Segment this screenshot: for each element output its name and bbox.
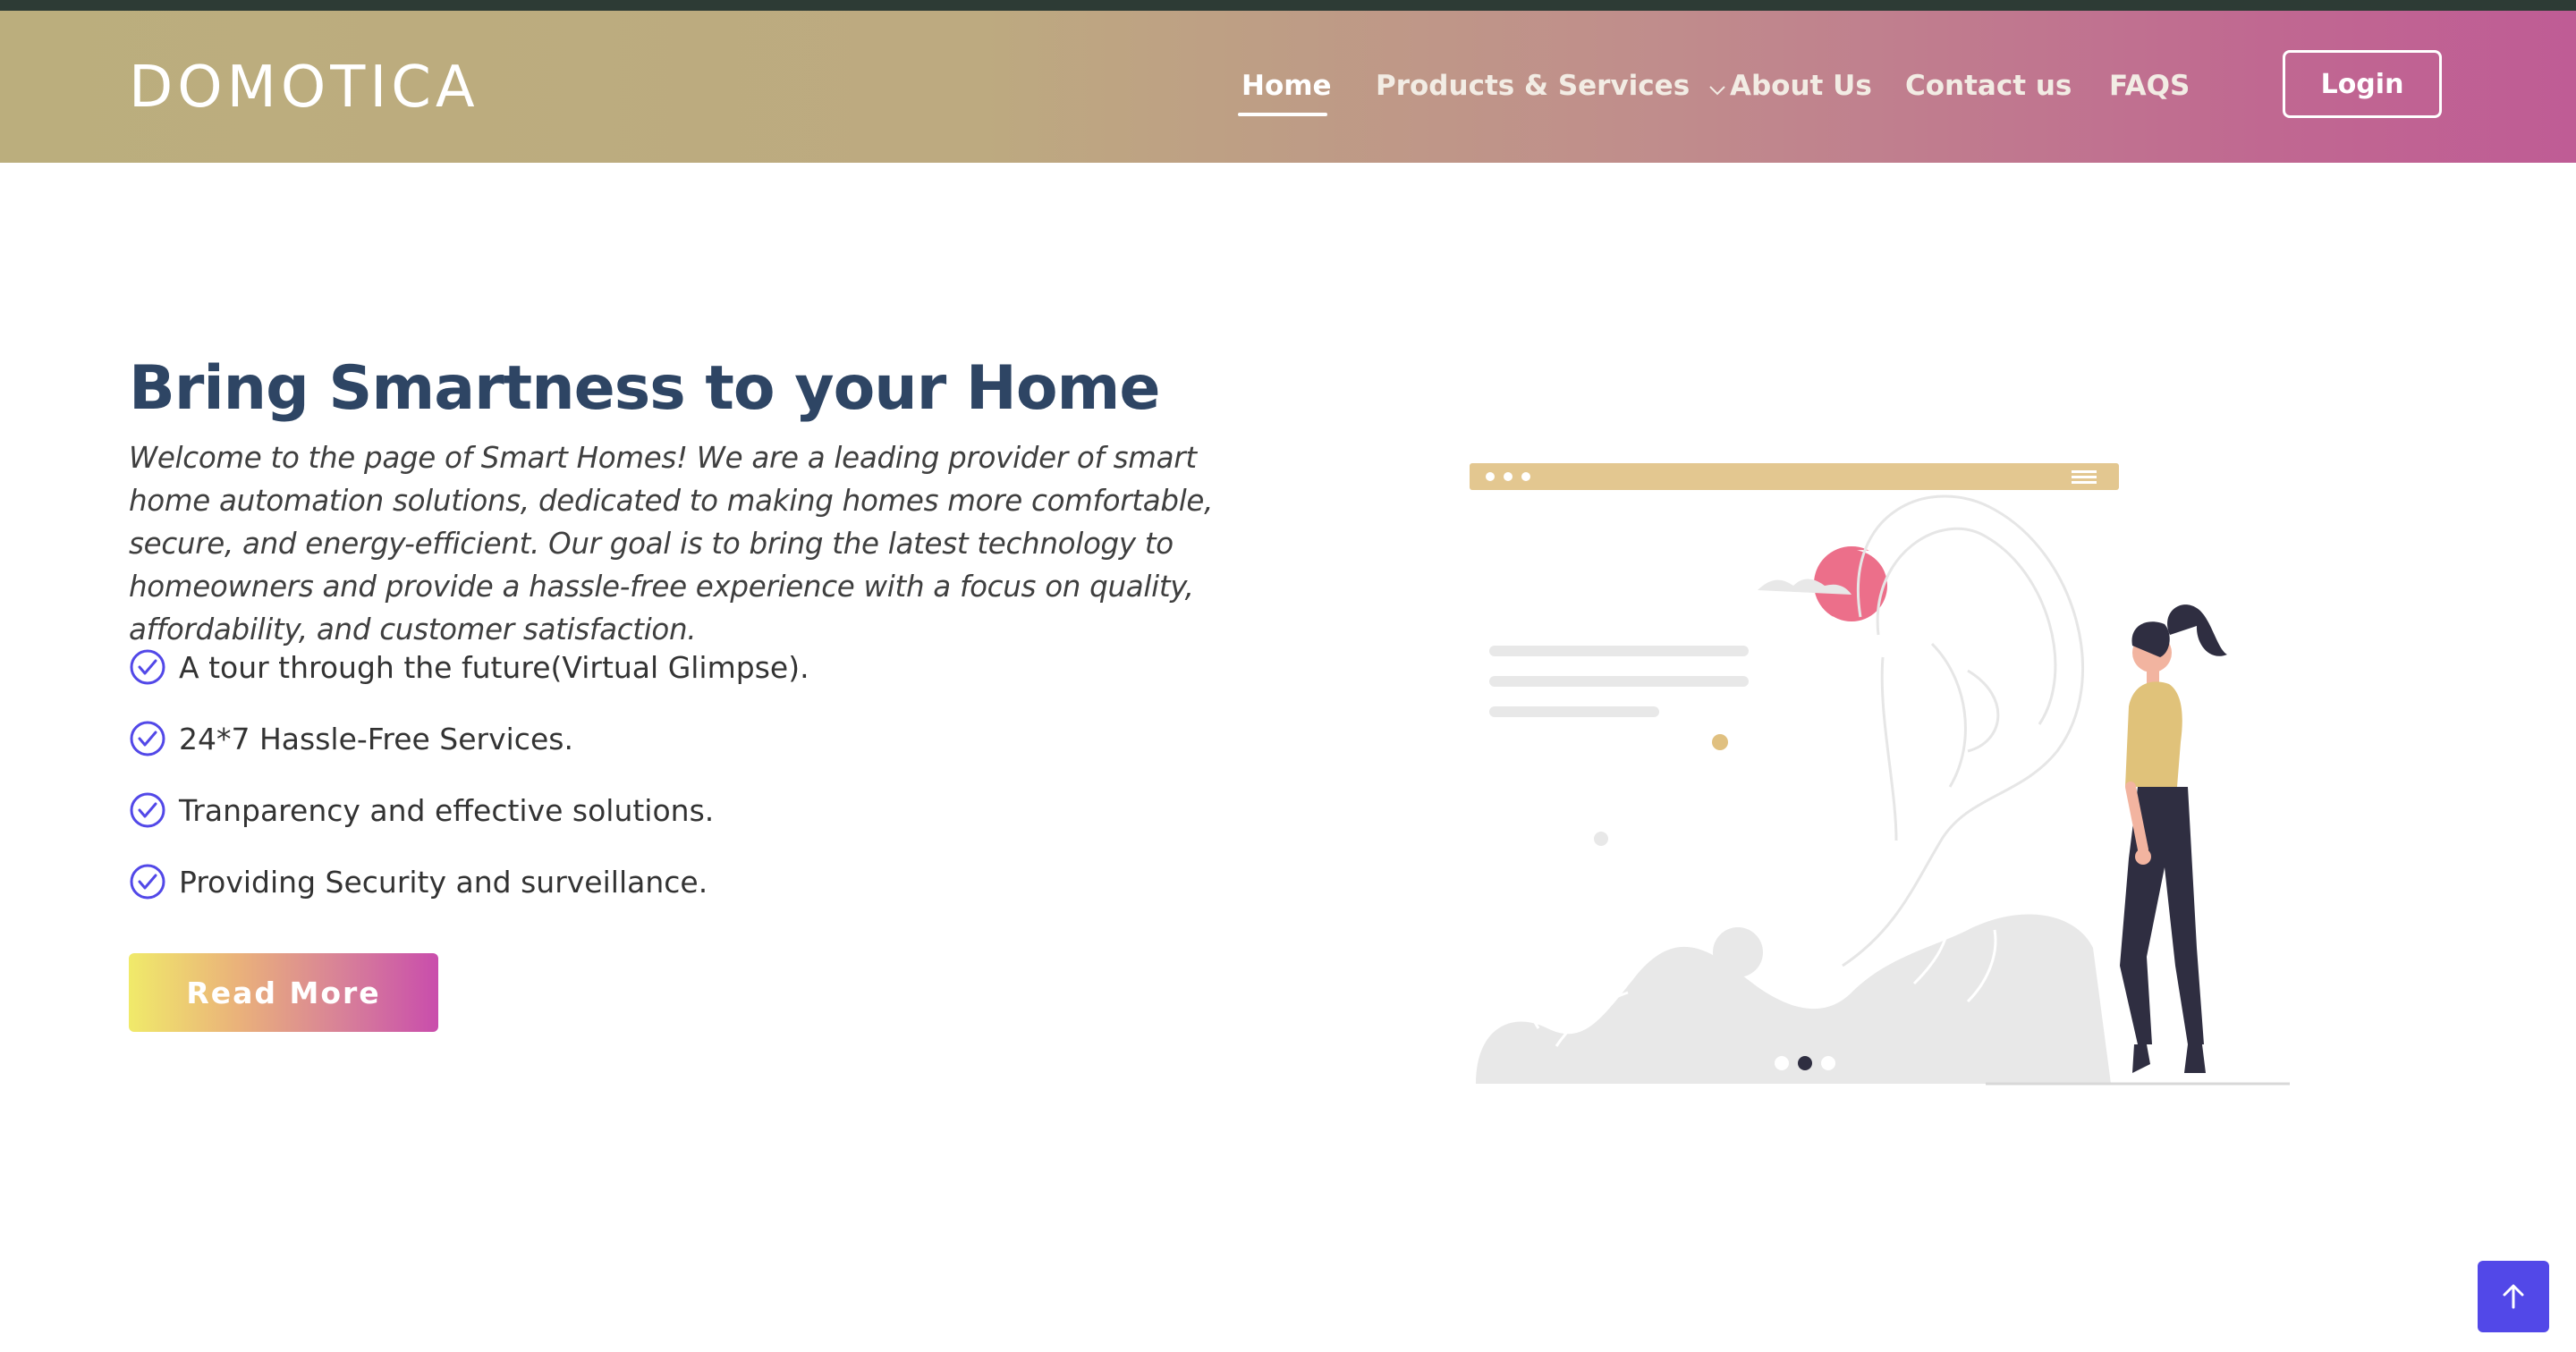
hero-description: Welcome to the page of Smart Homes! We a… (129, 441, 1214, 646)
site-logo[interactable]: DOMOTICA (129, 54, 479, 122)
site-header: DOMOTICA Home Products & Services About … (0, 11, 2576, 163)
read-more-button[interactable]: Read More (129, 953, 438, 1032)
nav-active-underline (1238, 113, 1327, 116)
nav-faqs[interactable]: FAQS (2109, 68, 2190, 104)
hero-title: Bring Smartness to your Home (129, 353, 1161, 424)
nav-products-services[interactable]: Products & Services (1376, 68, 1726, 106)
feature-text: A tour through the future(Virtual Glimps… (179, 649, 809, 685)
feature-item: 24*7 Hassle-Free Services. (129, 717, 573, 760)
carousel-dots (1775, 1056, 1835, 1070)
chevron-down-icon (1708, 70, 1726, 106)
feature-item: A tour through the future(Virtual Glimps… (129, 646, 809, 689)
check-circle-icon (130, 792, 165, 828)
check-circle-icon (130, 649, 165, 685)
check-circle-icon (130, 721, 165, 756)
feature-text: Tranparency and effective solutions. (179, 792, 715, 828)
hero-illustration (1470, 463, 2290, 1086)
nav-contact-us[interactable]: Contact us (1905, 68, 2072, 104)
feature-item: Providing Security and surveillance. (129, 860, 708, 903)
login-button[interactable]: Login (2283, 50, 2442, 118)
feature-text: Providing Security and surveillance. (179, 864, 708, 900)
nav-products-services-label: Products & Services (1376, 70, 1690, 102)
woman-figure (2120, 604, 2227, 1073)
arrow-up-icon (2503, 1284, 2524, 1309)
feature-item: Tranparency and effective solutions. (129, 789, 714, 832)
scroll-to-top-button[interactable] (2478, 1261, 2549, 1332)
browser-window-bar (1470, 463, 2119, 490)
top-accent-bar (0, 0, 2576, 11)
nav-about-us[interactable]: About Us (1730, 68, 1872, 104)
feature-text: 24*7 Hassle-Free Services. (179, 721, 573, 756)
nav-home[interactable]: Home (1241, 68, 1332, 104)
check-circle-icon (130, 864, 165, 900)
